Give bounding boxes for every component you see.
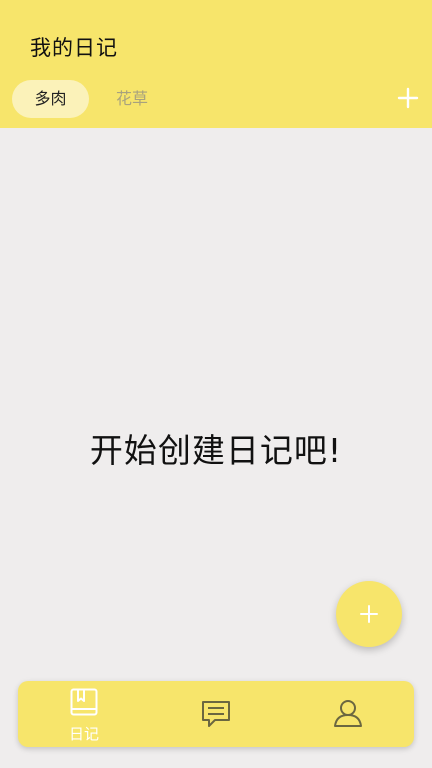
message-icon xyxy=(202,701,230,727)
add-diary-fab[interactable] xyxy=(336,581,402,647)
user-icon xyxy=(334,700,362,727)
nav-label-diary: 日记 xyxy=(68,725,99,743)
plus-icon xyxy=(397,87,419,109)
tab-succulents[interactable]: 多肉 xyxy=(12,80,89,118)
nav-item-messages[interactable] xyxy=(176,681,256,747)
page-title: 我的日记 xyxy=(30,36,118,60)
nav-item-profile[interactable] xyxy=(308,681,388,747)
bottom-navigation: 日记 xyxy=(18,681,414,747)
add-category-button[interactable] xyxy=(396,86,420,110)
plus-icon xyxy=(360,605,378,623)
book-icon xyxy=(70,688,98,716)
nav-item-diary[interactable]: 日记 xyxy=(44,681,124,747)
app-header: 我的日记 多肉 花草 xyxy=(0,0,432,128)
empty-state-message: 开始创建日记吧! xyxy=(89,431,343,470)
tab-flowers[interactable]: 花草 xyxy=(96,80,168,118)
